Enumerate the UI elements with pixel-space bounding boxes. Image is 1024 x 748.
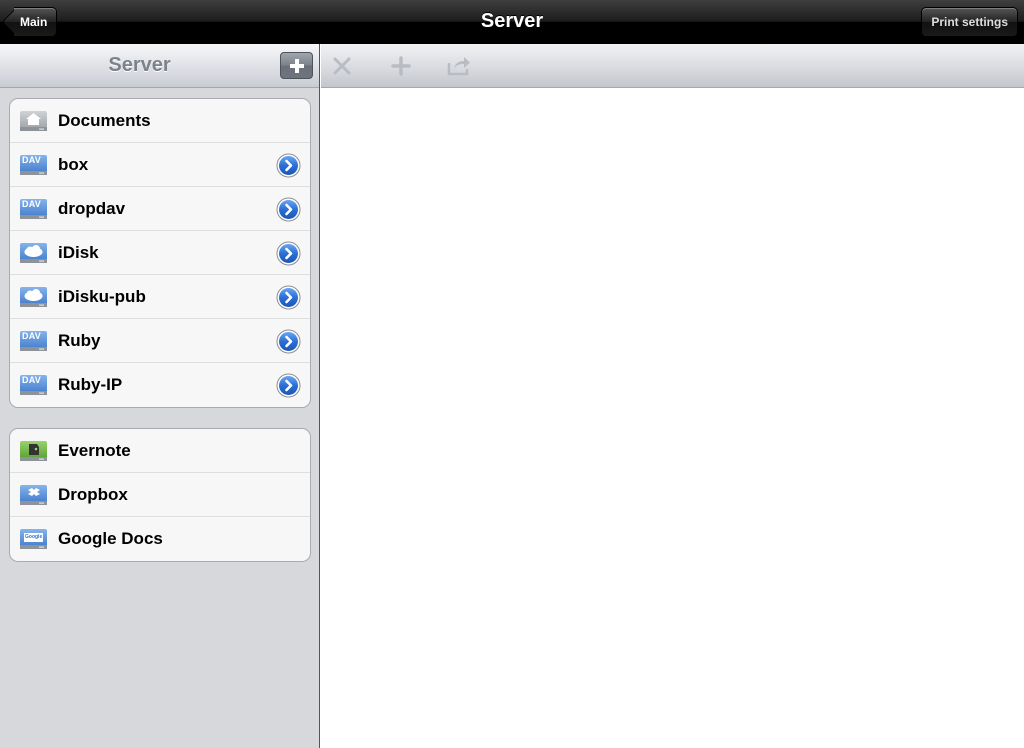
sidebar-item-label: Ruby-IP (58, 375, 123, 394)
add-server-button[interactable] (280, 52, 313, 79)
disclosure-button[interactable] (276, 197, 301, 222)
disclosure-button[interactable] (276, 241, 301, 266)
file-toolbar (321, 44, 1024, 88)
sidebar-item-idisk[interactable]: iDisk (10, 231, 310, 275)
back-button[interactable]: Main (14, 7, 58, 37)
disclosure-button[interactable] (276, 153, 301, 178)
share-button[interactable] (446, 54, 472, 78)
file-content-area (321, 88, 1024, 748)
sidebar-item-label: iDisku-pub (58, 287, 146, 306)
sidebar-header: Server (0, 44, 319, 88)
share-icon (447, 57, 470, 76)
dav-label: DAV (22, 375, 41, 385)
disclosure-button[interactable] (276, 373, 301, 398)
print-settings-button[interactable]: Print settings (921, 7, 1018, 37)
sidebar-item-label: Ruby (58, 331, 101, 350)
sidebar-item-idisku-pub[interactable]: iDisku-pub (10, 275, 310, 319)
navigation-bar: Server Main Print settings (0, 0, 1024, 44)
sidebar-item-dropdav[interactable]: DAV dropdav (10, 187, 310, 231)
add-button[interactable] (389, 54, 415, 78)
dropbox-drive-icon (20, 485, 47, 505)
sidebar-item-ruby[interactable]: DAV Ruby (10, 319, 310, 363)
page-title: Server (480, 10, 544, 32)
delete-button[interactable] (330, 54, 356, 78)
sidebar-item-evernote[interactable]: Evernote (10, 429, 310, 473)
plus-icon (391, 56, 411, 76)
home-drive-icon (20, 111, 47, 131)
sidebar-item-box[interactable]: DAV box (10, 143, 310, 187)
sidebar-item-google-docs[interactable]: Google Google Docs (10, 517, 310, 561)
sidebar-item-label: dropdav (58, 199, 126, 218)
service-list-group: Evernote Dropbox Google Google Docs (9, 428, 311, 562)
google-label: Google (25, 534, 43, 540)
dav-label: DAV (22, 155, 41, 165)
disclosure-button[interactable] (276, 329, 301, 354)
sidebar-item-label: Evernote (58, 441, 131, 460)
disclosure-button[interactable] (276, 285, 301, 310)
sidebar-item-ruby-ip[interactable]: DAV Ruby-IP (10, 363, 310, 407)
cloud-drive-icon (20, 243, 47, 263)
dav-label: DAV (22, 199, 41, 209)
sidebar-item-label: box (58, 155, 89, 174)
sidebar-item-label: iDisk (58, 243, 99, 262)
sidebar-item-documents[interactable]: Documents (10, 99, 310, 143)
server-list-group: Documents DAV box DAV dropdav iDisk iDisku-pub… (9, 98, 311, 408)
sidebar-item-dropbox[interactable]: Dropbox (10, 473, 310, 517)
evernote-drive-icon (20, 441, 47, 461)
plus-icon (289, 59, 304, 73)
close-icon (333, 57, 351, 75)
sidebar-title: Server (108, 54, 171, 76)
cloud-drive-icon (20, 287, 47, 307)
sidebar-item-label: Dropbox (58, 485, 128, 504)
dav-label: DAV (22, 331, 41, 341)
sidebar-item-label: Google Docs (58, 529, 163, 548)
sidebar-item-label: Documents (58, 111, 151, 130)
sidebar: Server Documents DAV box DAV dropdav iDisk iDi… (0, 44, 320, 748)
